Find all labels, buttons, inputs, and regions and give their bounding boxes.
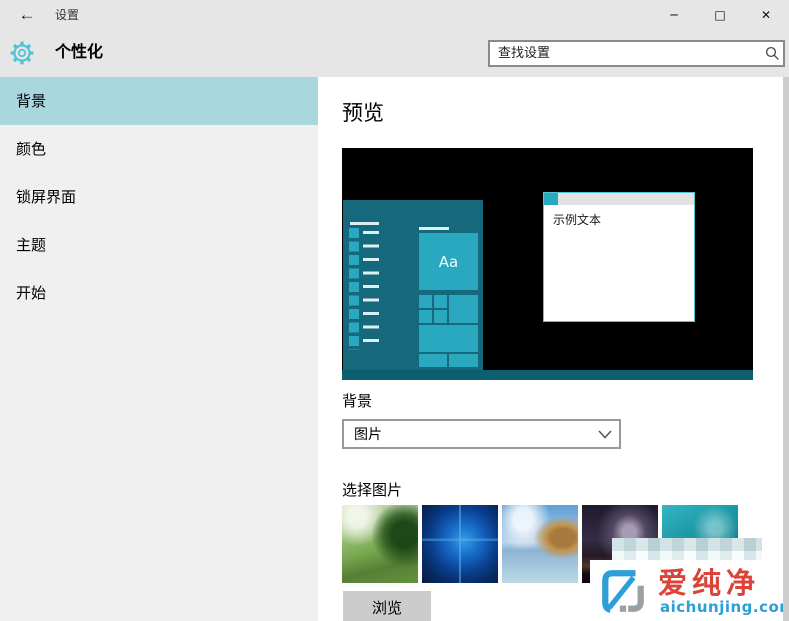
watermark-site-name: 爱纯净 [658,560,760,602]
background-type-dropdown[interactable]: 图片 [342,419,621,449]
scrollbar[interactable] [783,77,789,621]
sidebar-item-background[interactable]: 背景 [0,77,318,125]
preview-start-menu: Aa [343,200,483,370]
search-input[interactable] [490,46,761,61]
search-icon [761,42,783,65]
header: 个性化 [0,30,789,77]
settings-window: ← 设置 ─ □ ✕ [0,0,789,621]
chevron-down-icon [591,430,619,439]
maximize-button[interactable]: □ [697,0,743,30]
sidebar-item-lock-screen[interactable]: 锁屏界面 [0,173,318,221]
start-menu-item-lines [363,231,379,351]
minimize-button[interactable]: ─ [651,0,697,30]
start-menu-item-squares [349,228,359,350]
thumbnail-green-landscape[interactable] [342,505,418,583]
choose-picture-label: 选择图片 [342,479,402,500]
page-title: 个性化 [55,30,103,74]
thumbnail-windows-10-hero[interactable] [422,505,498,583]
preview-taskbar [342,370,753,380]
sidebar-item-colors[interactable]: 颜色 [0,125,318,173]
gear-icon [9,40,35,66]
watermark-site-url: aichunjing.com [660,598,789,616]
thumbnail-beach-rocks[interactable] [502,505,578,583]
close-button[interactable]: ✕ [743,0,789,30]
watermark: 爱纯净 aichunjing.com [590,560,789,621]
preview-sample-window: 示例文本 [543,192,695,322]
window-controls: ─ □ ✕ [651,0,789,30]
preview-image: Aa 示例文本 [342,148,753,380]
aichunjing-logo-icon [598,566,648,616]
titlebar: ← 设置 ─ □ ✕ [0,0,789,30]
search-box[interactable] [488,40,785,67]
browse-button[interactable]: 浏览 [343,591,431,621]
preview-tile-aa: Aa [419,233,478,290]
sidebar-item-start[interactable]: 开始 [0,269,318,317]
sidebar-item-themes[interactable]: 主题 [0,221,318,269]
main-content: 预览 Aa [318,77,789,621]
preview-heading: 预览 [342,97,384,127]
sample-text: 示例文本 [553,213,601,227]
sample-window-icon [544,193,558,205]
window-title: 设置 [55,0,79,30]
back-button[interactable]: ← [10,0,44,30]
dropdown-selected-value: 图片 [344,424,591,444]
sidebar: 背景 颜色 锁屏界面 主题 开始 [0,77,318,621]
background-label: 背景 [342,390,372,411]
